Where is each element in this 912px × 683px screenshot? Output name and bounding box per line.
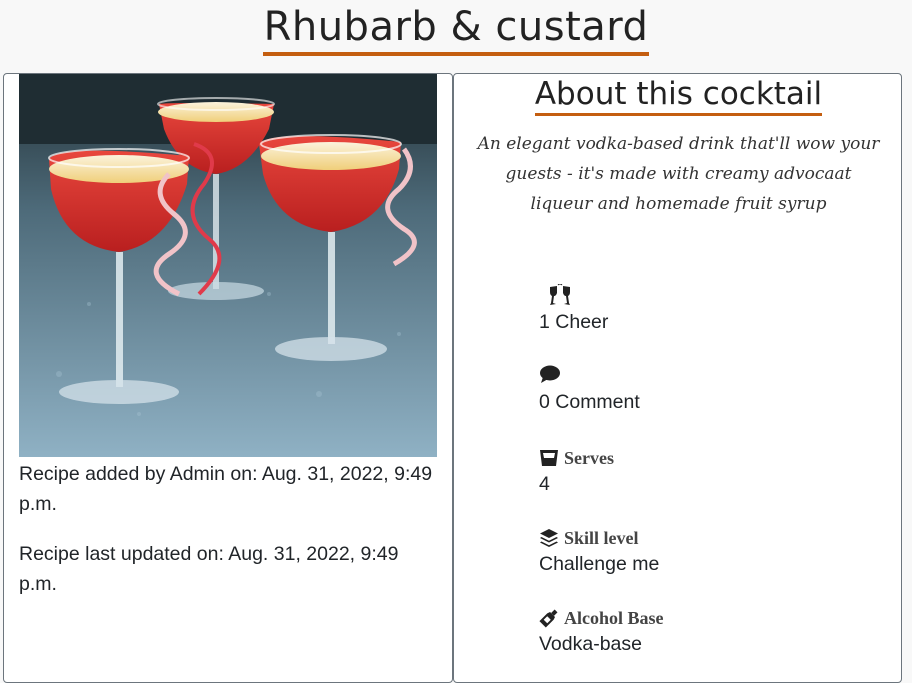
serves-stat: Serves 4 xyxy=(539,446,839,498)
about-card: About this cocktail An elegant vodka-bas… xyxy=(453,73,902,683)
page-title-text: Rhubarb & custard xyxy=(262,4,650,56)
about-heading-text: About this cocktail xyxy=(534,76,823,116)
glasses-cheers-icon[interactable] xyxy=(539,283,839,308)
cheers-stat: 1 Cheer xyxy=(539,283,839,336)
alcohol-value: Vodka-base xyxy=(539,633,642,655)
bottle-icon xyxy=(539,609,558,628)
cocktail-photo xyxy=(19,74,437,457)
comments-count: 0 Comment xyxy=(539,391,640,413)
serves-heading: Serves xyxy=(539,446,839,470)
alcohol-label: Alcohol Base xyxy=(564,607,664,628)
cheers-count: 1 Cheer xyxy=(539,311,609,333)
comments-stat: 0 Comment xyxy=(539,364,839,416)
comment-icon[interactable] xyxy=(539,364,839,388)
layers-icon xyxy=(540,529,558,547)
skill-heading: Skill level xyxy=(539,526,839,550)
recipe-added-text: Recipe added by Admin on: Aug. 31, 2022,… xyxy=(19,463,433,515)
skill-stat: Skill level Challenge me xyxy=(539,526,839,578)
skill-value: Challenge me xyxy=(539,553,660,575)
recipe-image-card: Recipe added by Admin on: Aug. 31, 2022,… xyxy=(3,73,453,683)
serves-label: Serves xyxy=(564,447,614,468)
cocktail-description: An elegant vodka-based drink that'll wow… xyxy=(477,134,880,214)
alcohol-heading: Alcohol Base xyxy=(539,606,839,630)
page-title: Rhubarb & custard xyxy=(0,4,912,56)
alcohol-stat: Alcohol Base Vodka-base xyxy=(539,606,839,658)
recipe-updated-text: Recipe last updated on: Aug. 31, 2022, 9… xyxy=(19,543,399,595)
about-heading: About this cocktail xyxy=(454,76,903,116)
glass-icon xyxy=(540,450,558,466)
serves-value: 4 xyxy=(539,473,550,495)
skill-label: Skill level xyxy=(564,527,639,548)
